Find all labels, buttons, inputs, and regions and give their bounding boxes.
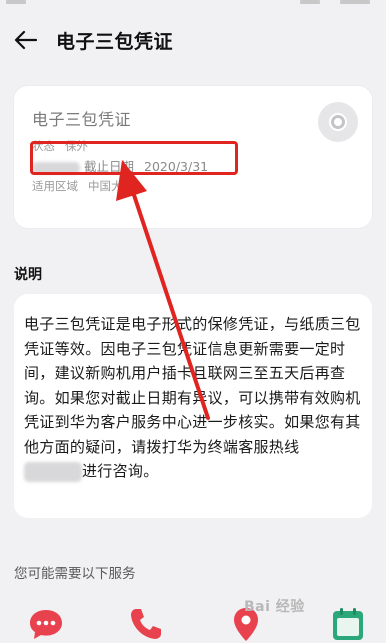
description-card: 电子三包凭证是电子形式的保修凭证，与纸质三包凭证等效。因电子三包凭证信息更新需要… [14,294,372,518]
region-label: 适用区域 [32,179,78,193]
region-value: 中国大陆 [88,179,134,193]
back-button[interactable] [0,18,52,62]
warranty-card-title: 电子三包凭证 [32,110,132,129]
services-row [0,600,386,643]
region-row: 适用区域 中国大陆 [32,178,134,194]
arrow-left-icon [14,30,38,50]
app-header: 电子三包凭证 [0,18,386,62]
calendar-service-button[interactable] [330,606,366,642]
phone-icon [131,609,161,639]
redacted-hotline [24,461,82,482]
description-body: 电子三包凭证是电子形式的保修凭证，与纸质三包凭证等效。因电子三包凭证信息更新需要… [24,315,361,456]
phone-service-button[interactable] [128,606,164,642]
calendar-icon [333,608,363,640]
status-indicator [6,0,26,4]
section-title-description: 说明 [14,267,42,283]
watermark-text: Bai 经验 [244,599,305,615]
status-indicator [340,0,370,4]
chat-icon [30,610,62,639]
description-ending: 进行咨询。 [82,462,159,480]
chat-service-button[interactable] [28,606,64,642]
annotation-highlight-box [30,141,238,175]
warranty-badge-icon [318,102,358,142]
page-title: 电子三包凭证 [56,30,174,53]
status-indicator [300,0,320,4]
services-section-title: 您可能需要以下服务 [14,566,136,582]
status-bar [0,0,386,10]
description-text: 电子三包凭证是电子形式的保修凭证，与纸质三包凭证等效。因电子三包凭证信息更新需要… [24,312,362,484]
